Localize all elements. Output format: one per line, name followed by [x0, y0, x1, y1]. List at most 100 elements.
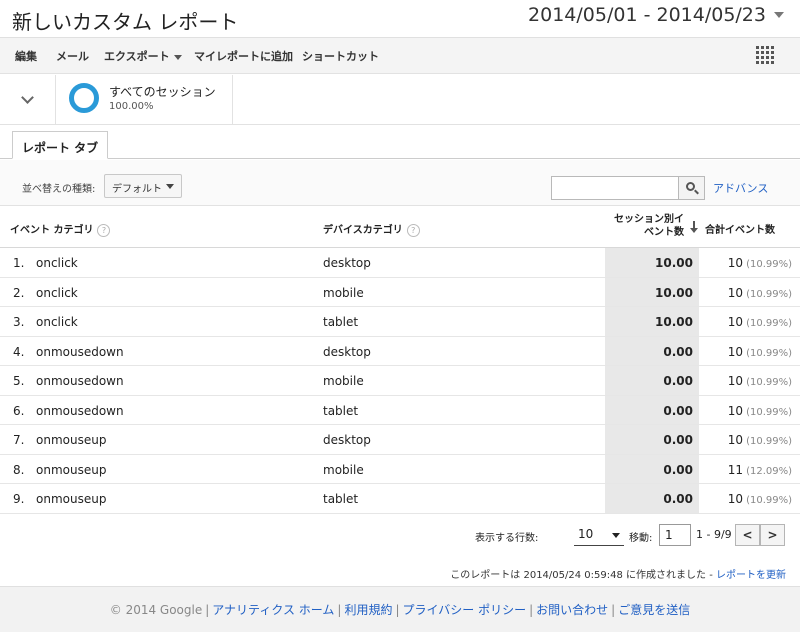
segment-toggle-button[interactable] [0, 75, 56, 125]
footer-link-analytics-home[interactable]: アナリティクス ホーム [212, 603, 334, 617]
chevron-down-icon [612, 533, 620, 538]
export-button[interactable]: エクスポート [104, 48, 182, 64]
report-toolbar: 編集 メール エクスポート マイレポートに追加 ショートカット [0, 38, 800, 74]
segment-name: すべてのセッション [109, 85, 216, 99]
footer-link-feedback[interactable]: ご意見を送信 [618, 603, 690, 617]
column-header-events-per-session[interactable]: セッション別イ ベント数 [612, 213, 684, 239]
events-per-session-cell: 0.00 [663, 403, 693, 418]
table-row[interactable]: 2. onclick mobile 10.00 10 (10.99%) [0, 277, 800, 307]
shortcut-button[interactable]: ショートカット [302, 48, 379, 64]
sort-type-select[interactable]: デフォルト [104, 174, 182, 198]
search-input[interactable] [551, 176, 679, 200]
event-category-cell[interactable]: onmouseup [36, 463, 106, 477]
event-category-cell[interactable]: onmousedown [36, 404, 124, 418]
device-category-label: デバイスカテゴリ [323, 225, 403, 236]
segment-all-sessions[interactable]: すべてのセッション 100.00% [57, 75, 233, 125]
total-events-percent: (10.99%) [746, 406, 792, 418]
event-category-cell[interactable]: onclick [36, 286, 78, 300]
event-category-cell[interactable]: onmousedown [36, 374, 124, 388]
table-row[interactable]: 7. onmouseup desktop 0.00 10 (10.99%) [0, 425, 800, 455]
add-to-dashboard-button[interactable]: マイレポートに追加 [194, 48, 293, 64]
event-category-cell[interactable]: onmouseup [36, 492, 106, 506]
table-row[interactable]: 1. onclick desktop 10.00 10 (10.99%) [0, 248, 800, 278]
event-category-cell[interactable]: onclick [36, 256, 78, 270]
chevron-down-icon[interactable] [774, 12, 784, 18]
email-button[interactable]: メール [56, 48, 89, 64]
table-row[interactable]: 6. onmousedown tablet 0.00 10 (10.99%) [0, 395, 800, 425]
row-index: 2. [13, 285, 25, 300]
goto-label: 移動: [629, 533, 653, 544]
device-category-cell: tablet [323, 403, 359, 418]
timestamp-text: このレポートは 2014/05/24 0:59:48 に作成されました - [450, 570, 716, 581]
events-per-session-cell: 0.00 [663, 374, 693, 388]
row-index: 3. [13, 315, 25, 329]
help-icon[interactable]: ? [406, 223, 420, 237]
device-category-cell: desktop [323, 344, 371, 359]
event-category-cell[interactable]: onmousedown [36, 345, 124, 359]
page-range: 1 - 9/9 [696, 528, 732, 541]
search-button[interactable] [679, 176, 705, 200]
prev-page-button[interactable]: < [735, 524, 760, 546]
events-per-session-cell: 0.00 [663, 433, 693, 447]
event-category-cell[interactable]: onclick [36, 315, 78, 329]
next-page-button[interactable]: > [760, 524, 785, 546]
rows-per-page-select[interactable]: 10 [574, 524, 624, 546]
device-category-cell: tablet [323, 315, 359, 329]
chevron-down-icon [21, 91, 34, 104]
event-category-cell[interactable]: onmouseup [36, 433, 106, 447]
report-tabs: レポート タブ [0, 126, 800, 159]
chevron-down-icon [173, 54, 182, 60]
total-events-value: 10 [727, 374, 744, 388]
total-events-percent: (12.09%) [746, 465, 792, 477]
events-per-session-cell: 0.00 [663, 492, 693, 506]
tab-report[interactable]: レポート タブ [12, 131, 109, 159]
filter-bar: 並べ替えの種類: デフォルト アドバンス [0, 160, 800, 206]
copyright: © 2014 Google [109, 603, 203, 617]
help-icon[interactable]: ? [97, 223, 111, 237]
rows-per-page-label: 表示する行数: [475, 533, 539, 544]
events-per-session-cell: 0.00 [663, 344, 693, 359]
row-index: 6. [13, 403, 25, 418]
total-events-cell: 10 (10.99%) [700, 492, 792, 506]
table-row[interactable]: 8. onmouseup mobile 0.00 11 (12.09%) [0, 454, 800, 484]
advanced-filter-link[interactable]: アドバンス [713, 180, 768, 196]
total-events-percent: (10.99%) [746, 377, 792, 388]
total-events-cell: 11 (12.09%) [700, 463, 792, 477]
segment-percent: 100.00% [109, 101, 154, 112]
total-events-value: 11 [727, 462, 744, 477]
date-range-picker[interactable]: 2014/05/01 - 2014/05/23 [528, 4, 766, 26]
total-events-cell: 10 (10.99%) [700, 433, 792, 447]
device-category-cell: desktop [323, 433, 371, 447]
row-index: 9. [13, 492, 25, 506]
edit-button[interactable]: 編集 [15, 48, 37, 64]
total-events-value: 10 [727, 433, 744, 447]
segment-bar: すべてのセッション 100.00% [0, 75, 800, 125]
footer-link-privacy[interactable]: プライバシー ポリシー [403, 603, 527, 617]
total-events-value: 10 [727, 285, 744, 300]
table-row[interactable]: 3. onclick tablet 10.00 10 (10.99%) [0, 307, 800, 337]
table-body: 1. onclick desktop 10.00 10 (10.99%) 2. onclick… [0, 248, 800, 514]
table-row[interactable]: 4. onmousedown desktop 0.00 10 (10.99%) [0, 336, 800, 366]
total-events-percent: (10.99%) [746, 318, 792, 329]
table-header: イベント カテゴリ? デバイスカテゴリ? セッション別イ ベント数 合計イベント… [0, 207, 800, 248]
goto-page-input[interactable]: 1 [659, 524, 691, 546]
footer: © 2014 Google | アナリティクス ホーム | 利用規約 | プライバシー ポリ… [0, 586, 800, 632]
sort-descending-icon[interactable] [690, 221, 698, 233]
table-row[interactable]: 9. onmouseup tablet 0.00 10 (10.99%) [0, 484, 800, 514]
column-header-event-category[interactable]: イベント カテゴリ? [10, 221, 111, 237]
column-header-device-category[interactable]: デバイスカテゴリ? [323, 221, 420, 237]
total-events-percent: (10.99%) [746, 495, 792, 506]
footer-link-terms[interactable]: 利用規約 [344, 603, 392, 617]
footer-link-contact[interactable]: お問い合わせ [536, 603, 608, 617]
export-label: エクスポート [104, 50, 170, 63]
column-header-total-events[interactable]: 合計イベント数 [705, 221, 775, 236]
total-events-value: 10 [727, 256, 744, 270]
total-events-cell: 10 (10.99%) [700, 345, 792, 359]
table-row[interactable]: 5. onmousedown mobile 0.00 10 (10.99%) [0, 366, 800, 396]
refresh-report-link[interactable]: レポートを更新 [716, 570, 786, 581]
device-category-cell: mobile [323, 374, 364, 388]
row-index: 8. [13, 462, 25, 477]
total-events-percent: (10.99%) [746, 259, 792, 270]
view-grid-icon[interactable] [756, 46, 774, 64]
total-events-cell: 10 (10.99%) [700, 315, 792, 329]
